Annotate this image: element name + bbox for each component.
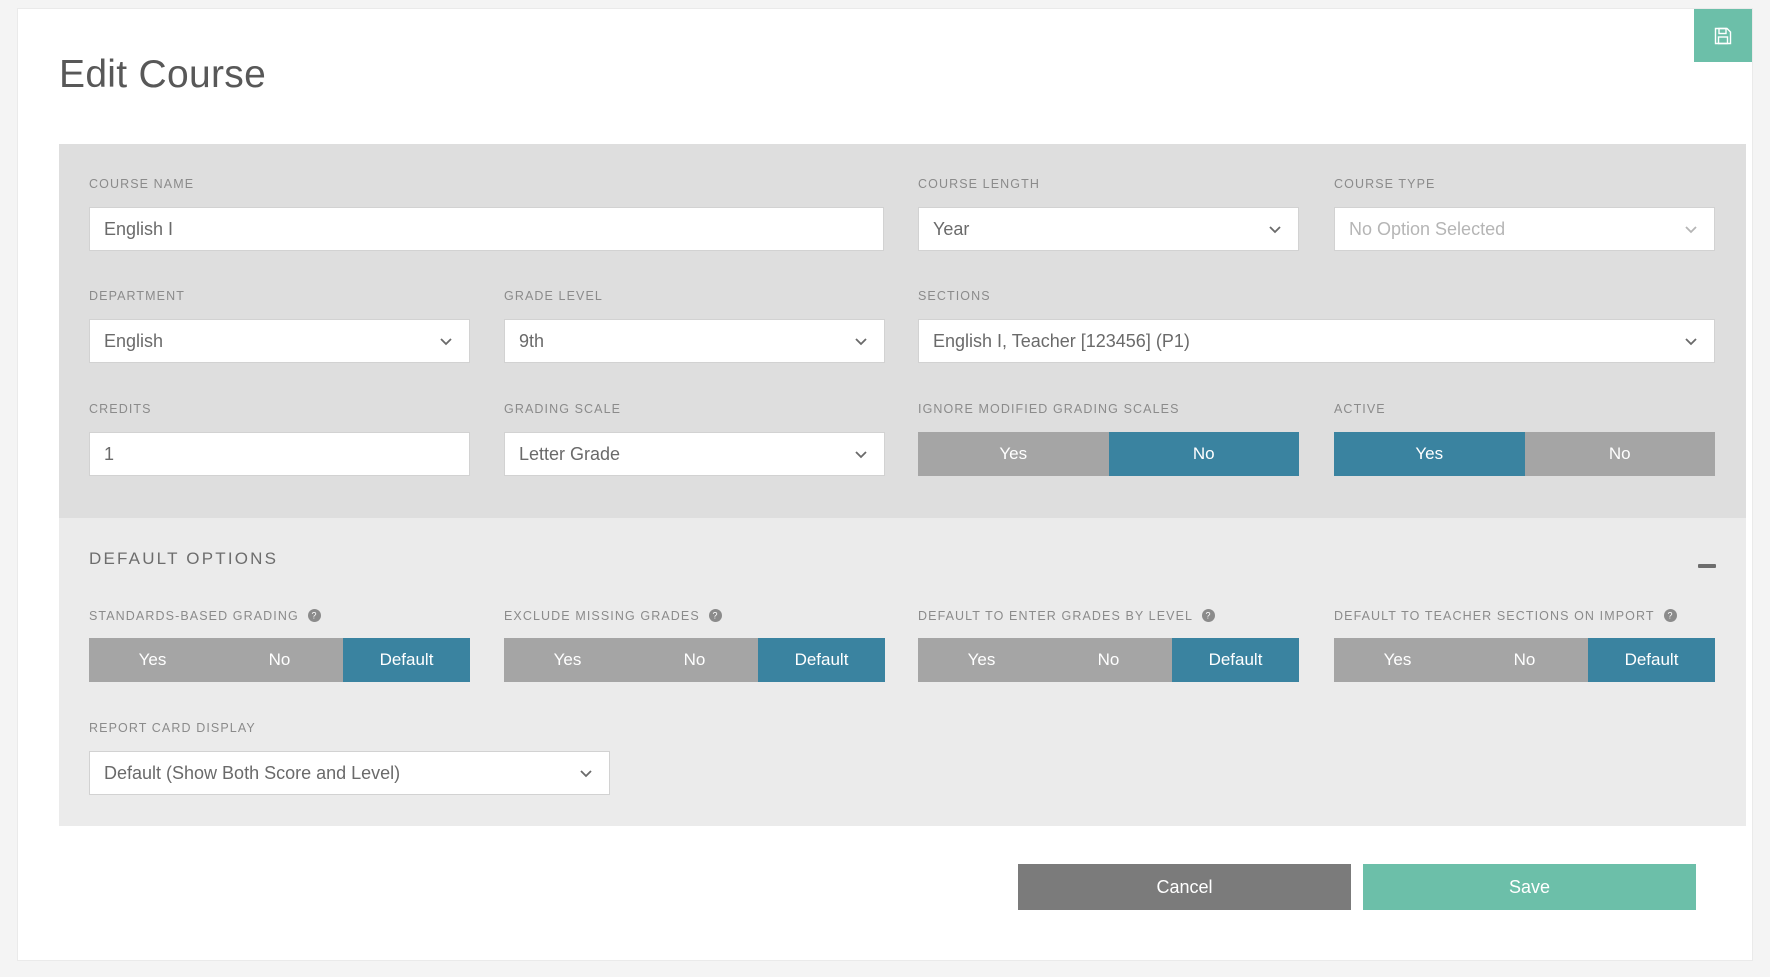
standards-based-grading-option-no[interactable]: No: [216, 638, 343, 682]
chevron-down-icon: [852, 445, 870, 463]
report-card-display-select[interactable]: Default (Show Both Score and Level): [89, 751, 610, 795]
chevron-down-icon: [1682, 220, 1700, 238]
exclude-missing-grades-option-yes[interactable]: Yes: [504, 638, 631, 682]
course-type-select[interactable]: No Option Selected: [1334, 207, 1715, 251]
help-circle-icon[interactable]: ?: [1202, 609, 1216, 622]
chevron-down-icon: [1266, 220, 1284, 238]
course-name-label: COURSE NAME: [89, 177, 195, 191]
ignore-modified-grading-scales-label: IGNORE MODIFIED GRADING SCALES: [918, 402, 1180, 416]
exclude-missing-grades-option-default[interactable]: Default: [758, 638, 885, 682]
standards-based-grading-option-default[interactable]: Default: [343, 638, 470, 682]
floppy-disk-save-icon: [1713, 26, 1733, 46]
chevron-down-icon: [437, 332, 455, 350]
exclude-missing-grades-label: EXCLUDE MISSING GRADES ?: [504, 609, 723, 623]
default-enter-grades-by-level-option-no[interactable]: No: [1045, 638, 1172, 682]
help-circle-icon[interactable]: ?: [1663, 609, 1677, 622]
sections-select[interactable]: English I, Teacher [123456] (P1): [918, 319, 1715, 363]
report-card-display-label: REPORT CARD DISPLAY: [89, 721, 256, 735]
grade-level-select[interactable]: 9th: [504, 319, 885, 363]
standards-based-grading-label-text: STANDARDS-BASED GRADING: [89, 609, 299, 623]
default-enter-grades-by-level-toggle[interactable]: Yes No Default: [918, 638, 1299, 682]
cancel-button[interactable]: Cancel: [1018, 864, 1351, 910]
ignore-modified-grading-scales-toggle[interactable]: Yes No: [918, 432, 1299, 476]
default-teacher-sections-on-import-label: DEFAULT TO TEACHER SECTIONS ON IMPORT ?: [1334, 609, 1677, 623]
grade-level-label: GRADE LEVEL: [504, 289, 603, 303]
svg-text:?: ?: [1667, 611, 1673, 621]
edit-course-screen: Edit Course COURSE NAME English I COURSE…: [0, 0, 1770, 977]
course-type-label: COURSE TYPE: [1334, 177, 1436, 191]
course-type-value: No Option Selected: [1349, 218, 1506, 239]
default-teacher-sections-on-import-label-text: DEFAULT TO TEACHER SECTIONS ON IMPORT: [1334, 609, 1655, 623]
course-name-value: English I: [104, 218, 174, 239]
chevron-down-icon: [577, 764, 595, 782]
default-options-heading: DEFAULT OPTIONS: [89, 549, 279, 568]
exclude-missing-grades-toggle[interactable]: Yes No Default: [504, 638, 885, 682]
edit-course-card: Edit Course COURSE NAME English I COURSE…: [18, 9, 1752, 960]
sections-label: SECTIONS: [918, 289, 991, 303]
default-enter-grades-by-level-label-text: DEFAULT TO ENTER GRADES BY LEVEL: [918, 609, 1193, 623]
grading-scale-label: GRADING SCALE: [504, 402, 622, 416]
exclude-missing-grades-label-text: EXCLUDE MISSING GRADES: [504, 609, 700, 623]
course-length-select[interactable]: Year: [918, 207, 1299, 251]
exclude-missing-grades-option-no[interactable]: No: [631, 638, 758, 682]
active-option-no[interactable]: No: [1524, 432, 1715, 476]
svg-text:?: ?: [713, 611, 719, 621]
help-circle-icon[interactable]: ?: [709, 609, 723, 622]
standards-based-grading-toggle[interactable]: Yes No Default: [89, 638, 470, 682]
floppy-disk-save-icon-button[interactable]: [1694, 9, 1752, 62]
course-length-value: Year: [933, 218, 970, 239]
minus-bar: [1698, 564, 1716, 568]
department-value: English: [104, 330, 164, 351]
active-toggle[interactable]: Yes No: [1334, 432, 1715, 476]
grade-level-value: 9th: [519, 330, 545, 351]
page-title: Edit Course: [59, 53, 267, 96]
save-button[interactable]: Save: [1363, 864, 1696, 910]
report-card-display-value: Default (Show Both Score and Level): [104, 762, 401, 783]
default-teacher-sections-on-import-toggle[interactable]: Yes No Default: [1334, 638, 1715, 682]
svg-text:?: ?: [312, 611, 318, 621]
default-enter-grades-by-level-option-yes[interactable]: Yes: [918, 638, 1045, 682]
svg-text:?: ?: [1206, 611, 1212, 621]
credits-label: CREDITS: [89, 402, 152, 416]
course-name-input[interactable]: English I: [89, 207, 884, 251]
chevron-down-icon: [852, 332, 870, 350]
default-enter-grades-by-level-option-default[interactable]: Default: [1172, 638, 1299, 682]
sections-value: English I, Teacher [123456] (P1): [933, 330, 1190, 351]
credits-input[interactable]: 1: [89, 432, 470, 476]
ignore-modified-grading-scales-option-no[interactable]: No: [1108, 432, 1299, 476]
course-length-label: COURSE LENGTH: [918, 177, 1040, 191]
default-teacher-sections-on-import-option-no[interactable]: No: [1461, 638, 1588, 682]
help-circle-icon[interactable]: ?: [308, 609, 322, 622]
default-teacher-sections-on-import-option-default[interactable]: Default: [1588, 638, 1715, 682]
credits-value: 1: [104, 443, 115, 464]
minus-collapse-icon[interactable]: [1696, 555, 1718, 577]
department-select[interactable]: English: [89, 319, 470, 363]
chevron-down-icon: [1682, 332, 1700, 350]
standards-based-grading-label: STANDARDS-BASED GRADING ?: [89, 609, 322, 623]
department-label: DEPARTMENT: [89, 289, 185, 303]
ignore-modified-grading-scales-option-yes[interactable]: Yes: [918, 432, 1109, 476]
grading-scale-select[interactable]: Letter Grade: [504, 432, 885, 476]
grading-scale-value: Letter Grade: [519, 443, 621, 464]
active-label: ACTIVE: [1334, 402, 1386, 416]
default-enter-grades-by-level-label: DEFAULT TO ENTER GRADES BY LEVEL ?: [918, 609, 1216, 623]
active-option-yes[interactable]: Yes: [1334, 432, 1525, 476]
default-teacher-sections-on-import-option-yes[interactable]: Yes: [1334, 638, 1461, 682]
standards-based-grading-option-yes[interactable]: Yes: [89, 638, 216, 682]
